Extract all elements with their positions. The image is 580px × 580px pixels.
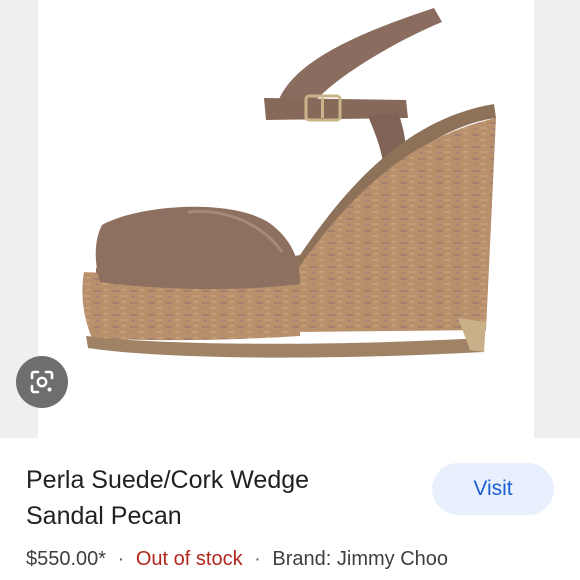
brand: Brand: Jimmy Choo (272, 548, 449, 570)
google-lens-icon (30, 370, 54, 394)
separator: · (117, 548, 125, 570)
separator: · (254, 548, 261, 570)
lens-search-button[interactable] (16, 356, 68, 408)
product-image[interactable] (38, 0, 534, 438)
product-title[interactable]: Perla Suede/Cork Wedge Sandal Pecan (26, 462, 406, 534)
sandal-illustration (82, 8, 496, 358)
stock-status: Out of stock (135, 548, 243, 570)
price: $550.00* (26, 548, 107, 570)
product-image-panel[interactable] (0, 0, 580, 438)
visit-button-label[interactable]: Visit (473, 477, 512, 501)
product-meta: $550.00* · Out of stock · Brand: Jimmy C… (26, 548, 448, 571)
visit-button[interactable]: Visit (432, 463, 554, 515)
product-title-line-2[interactable]: Sandal Pecan (26, 498, 406, 534)
product-title-line-1[interactable]: Perla Suede/Cork Wedge (26, 462, 406, 498)
